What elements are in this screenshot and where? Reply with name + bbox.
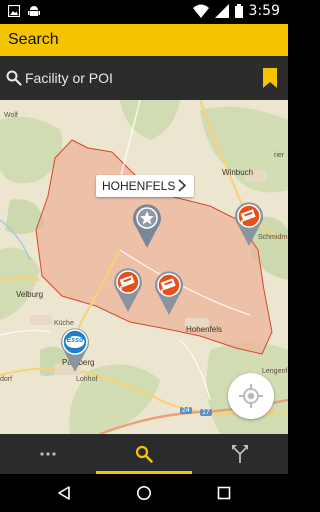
battery-icon [234,4,243,18]
page-title: Search [8,31,59,48]
callout-label: HOHENFELS [102,179,176,193]
route-badge: 24 [180,407,192,414]
facility-pin[interactable] [113,267,143,313]
place-label-hohenfels: Hohenfels [186,325,223,334]
chevron-right-icon [178,179,186,192]
bookmark-icon[interactable] [263,68,277,88]
place-label-lohhof: Lohhof [76,376,98,383]
android-icon [28,6,40,16]
place-label-velburg: Velburg [16,290,44,299]
search-icon [135,445,153,463]
bottom-nav [0,434,288,474]
status-time: 3:59 [248,3,280,19]
map-view[interactable]: Wolf Hohenfels Winbuch Velburg Parsberg … [0,100,288,434]
recents-button[interactable] [194,474,254,512]
facility-callout[interactable]: HOHENFELS [96,175,194,197]
place-label-rier: rier [274,152,285,159]
back-icon [58,486,70,500]
signal-icon [214,4,229,18]
status-bar: 3:59 [0,0,288,24]
wifi-icon [192,4,209,18]
tab-search[interactable] [96,434,192,474]
place-label-wolf: Wolf [4,112,18,119]
facility-pin[interactable] [154,270,184,316]
directions-icon [232,445,248,463]
back-button[interactable] [34,474,94,512]
home-icon [137,486,151,500]
system-nav-bar [0,474,288,512]
home-button[interactable] [114,474,174,512]
search-input[interactable] [25,66,245,90]
esso-logo-text: Esso [66,337,84,344]
selected-facility-pin[interactable] [132,203,162,249]
app-bar: Search [0,24,288,56]
search-icon [6,70,22,86]
my-location-icon [239,384,263,408]
tab-directions[interactable] [192,434,288,474]
route-badge: 17 [200,409,212,416]
gas-station-pin[interactable]: Esso [60,327,90,373]
place-label-lengenf: Lengenf [262,368,288,375]
recents-icon [217,486,231,500]
place-label-dorf: dorf [0,376,13,383]
image-icon [8,5,20,17]
search-bar [0,56,288,100]
tab-more[interactable] [0,434,96,474]
my-location-button[interactable] [228,373,274,419]
place-label-kuche: Küche [54,320,74,327]
facility-pin[interactable] [234,201,264,247]
more-icon [40,452,56,456]
place-label-winbuch: Winbuch [222,168,254,177]
